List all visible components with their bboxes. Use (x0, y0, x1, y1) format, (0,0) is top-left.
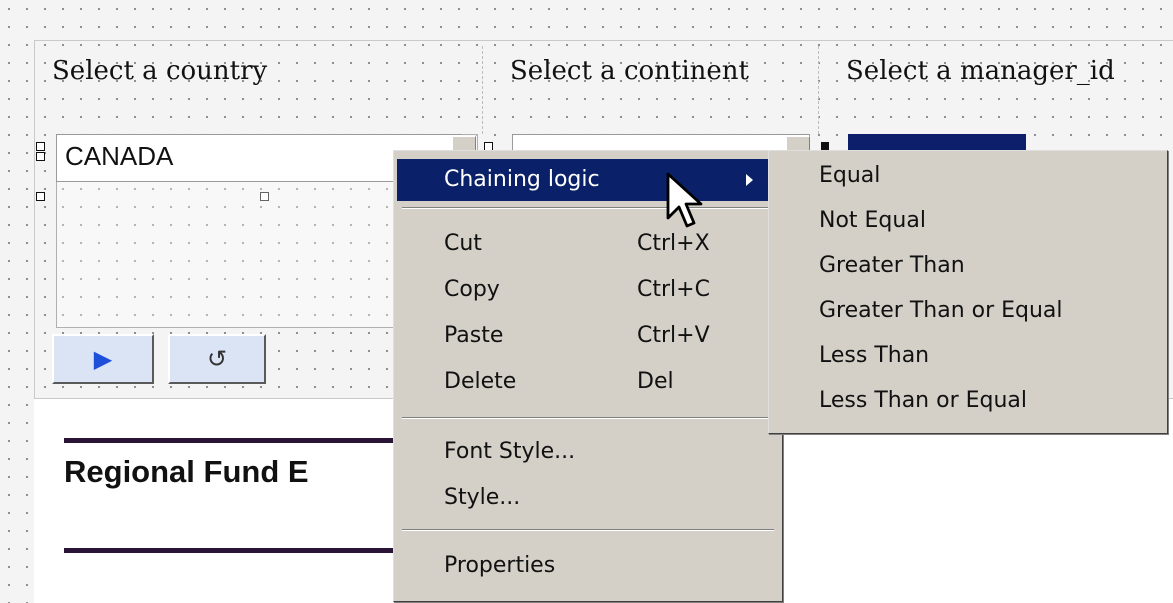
submenu-item-equal[interactable]: Equal (769, 155, 1167, 197)
menu-item-label: Chaining logic (444, 167, 600, 192)
menu-item-label: Greater Than or Equal (819, 298, 1063, 323)
menu-item-shortcut: Ctrl+V (637, 323, 710, 348)
menu-item-label: Delete (444, 369, 517, 394)
submenu-item-greater-than-or-equal[interactable]: Greater Than or Equal (769, 290, 1167, 332)
menu-item-label: Equal (819, 163, 881, 188)
menu-item-properties[interactable]: Properties (394, 545, 782, 587)
menu-item-cut[interactable]: Cut Ctrl+X (394, 223, 782, 265)
report-top-rule (64, 438, 404, 443)
menu-separator (402, 207, 774, 209)
column-divider (482, 46, 483, 134)
menu-item-style[interactable]: Style... (394, 477, 782, 519)
menu-item-paste[interactable]: Paste Ctrl+V (394, 315, 782, 357)
report-bottom-rule (64, 548, 404, 553)
menu-item-label: Less Than (819, 343, 930, 368)
menu-separator (402, 417, 774, 419)
menu-item-label: Style... (444, 485, 521, 510)
resize-handle[interactable] (821, 142, 829, 150)
menu-item-delete[interactable]: Delete Del (394, 361, 782, 403)
menu-item-font-style[interactable]: Font Style... (394, 431, 782, 473)
resize-handle[interactable] (36, 152, 45, 161)
country-prompt-label[interactable]: Select a country (52, 56, 482, 92)
menu-item-label: Cut (444, 231, 482, 256)
menu-item-chaining-logic[interactable]: Chaining logic (397, 159, 779, 201)
submenu-item-not-equal[interactable]: Not Equal (769, 200, 1167, 242)
run-button[interactable]: ▶ (52, 334, 154, 384)
manager-prompt-label[interactable]: Select a manager_id (846, 56, 1173, 92)
report-title[interactable]: Regional Fund E (64, 454, 309, 490)
menu-item-copy[interactable]: Copy Ctrl+C (394, 269, 782, 311)
submenu-arrow-icon (746, 174, 753, 186)
reset-icon: ↺ (206, 345, 228, 373)
chaining-logic-submenu: Equal Not Equal Greater Than Greater Tha… (768, 150, 1168, 434)
reset-button[interactable]: ↺ (168, 334, 266, 384)
menu-item-shortcut: Ctrl+C (637, 277, 710, 302)
menu-item-label: Properties (444, 553, 556, 578)
menu-item-label: Copy (444, 277, 500, 302)
resize-handle[interactable] (36, 192, 45, 201)
menu-item-label: Not Equal (819, 208, 926, 233)
menu-separator (402, 529, 774, 531)
menu-item-label: Font Style... (444, 439, 576, 464)
continent-prompt-label[interactable]: Select a continent (510, 56, 815, 92)
play-icon: ▶ (93, 345, 113, 373)
submenu-item-less-than-or-equal[interactable]: Less Than or Equal (769, 380, 1167, 422)
context-menu: Chaining logic Cut Ctrl+X Copy Ctrl+C Pa… (393, 150, 783, 602)
submenu-item-greater-than[interactable]: Greater Than (769, 245, 1167, 287)
menu-item-label: Paste (444, 323, 504, 348)
mouse-pointer-icon (666, 172, 703, 228)
resize-handle[interactable] (36, 142, 45, 151)
submenu-item-less-than[interactable]: Less Than (769, 335, 1167, 377)
menu-item-label: Less Than or Equal (819, 388, 1028, 413)
menu-item-shortcut: Del (637, 369, 674, 394)
menu-item-label: Greater Than (819, 253, 965, 278)
column-divider (818, 46, 819, 134)
